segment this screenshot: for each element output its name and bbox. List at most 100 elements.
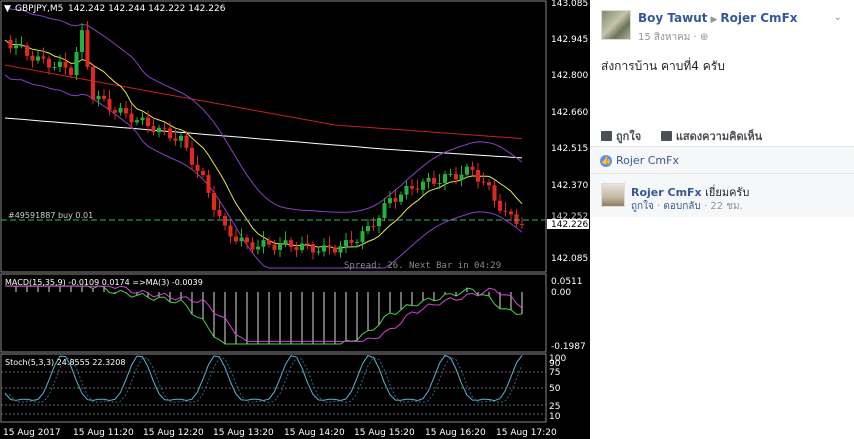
candle-body: [366, 226, 370, 232]
post-header: Boy Tawut ▶ Rojer CmFx: [638, 11, 798, 25]
candle-body: [503, 210, 508, 212]
candle-body: [256, 246, 260, 250]
comment-reply-link[interactable]: ตอบกลับ: [663, 201, 700, 212]
order-label: #49591887 buy 0.01: [8, 211, 93, 220]
post-date-text[interactable]: 15 สิงหาคม ·: [638, 32, 697, 43]
price-tick: 143.085: [551, 0, 588, 9]
candle-body: [509, 211, 513, 215]
post-text: ส่งการบ้าน คาบที่4 ครับ: [601, 59, 725, 73]
candle-body: [217, 209, 222, 216]
author-name-link[interactable]: Boy Tawut: [638, 11, 708, 25]
candle-body: [157, 127, 161, 133]
candle-body: [179, 135, 183, 141]
liker-name-link[interactable]: Rojer CmFx: [616, 154, 679, 167]
time-tick: 15 Aug 15:20: [354, 428, 415, 438]
candle-body: [96, 95, 101, 100]
candle-body: [261, 240, 266, 247]
comment-text: เยี่ยมครับ: [705, 186, 750, 199]
candle-body: [410, 186, 414, 189]
stoch-tick: 10: [549, 412, 561, 422]
candle-body: [47, 58, 51, 68]
time-tick: 15 Aug 11:20: [73, 428, 134, 438]
candle-body: [25, 45, 29, 56]
candle-body: [223, 215, 227, 226]
candle-body: [102, 95, 106, 99]
time-tick: 15 Aug 2017: [3, 428, 61, 438]
candle-body: [333, 247, 337, 253]
candle-body: [234, 236, 238, 242]
commenter-name-link[interactable]: Rojer CmFx: [631, 186, 702, 199]
candle-body: [113, 110, 117, 113]
candle-body: [69, 67, 73, 75]
comment-button[interactable]: แสดงความคิดเห็น: [676, 130, 762, 143]
candle-body: [124, 107, 128, 114]
candle-body: [14, 45, 18, 49]
macd-layer: [5, 285, 523, 345]
comment-like-link[interactable]: ถูกใจ: [631, 201, 654, 212]
candle-body: [140, 117, 145, 121]
stoch-tick: 50: [549, 384, 561, 394]
candle-body: [80, 30, 84, 52]
candle-body: [118, 107, 123, 113]
candle-body: [41, 56, 46, 59]
price-tick: 142.800: [551, 71, 588, 81]
commenter-avatar[interactable]: [601, 183, 625, 207]
candle-body: [338, 246, 343, 253]
thumbs-up-icon: [601, 131, 612, 141]
price-tick: 142.660: [551, 108, 588, 118]
candle-body: [476, 169, 480, 182]
candle-body: [195, 164, 200, 171]
spread-text: Spread: 26. Next Bar in 04:29: [344, 261, 501, 271]
candle-body: [382, 203, 387, 218]
comment-time[interactable]: 22 ชม.: [710, 201, 742, 212]
post-date[interactable]: 15 สิงหาคม · ⊕: [638, 30, 708, 45]
candle-body: [135, 120, 139, 123]
macd-axis: 0.0511 0.00 -0.1987: [551, 277, 586, 352]
candle-body: [404, 186, 409, 195]
macd-tick: 0.00: [551, 288, 571, 298]
candle-body: [250, 242, 255, 250]
author-avatar[interactable]: [601, 10, 631, 40]
time-tick: 15 Aug 16:20: [425, 428, 486, 438]
time-tick: 15 Aug 17:20: [496, 428, 557, 438]
candle-body: [322, 245, 326, 252]
facebook-post: Boy Tawut ▶ Rojer CmFx ⌄ 15 สิงหาคม · ⊕ ส่…: [590, 0, 854, 439]
candle-body: [283, 240, 288, 245]
candle-body: [349, 240, 354, 243]
candle-body: [481, 181, 486, 183]
candle-body: [421, 181, 425, 190]
macd-label: MACD(15,35,9) -0.0109 0.0174 =>MA(3) -0.…: [5, 278, 203, 287]
price-tick: 142.370: [551, 181, 588, 191]
candle-body: [278, 244, 282, 250]
triangle-right-icon: ▶: [710, 15, 718, 25]
collapse-arrow-icon[interactable]: ▼: [4, 4, 11, 14]
target-name-link[interactable]: Rojer CmFx: [720, 11, 797, 25]
candle-body: [459, 174, 464, 180]
candle-body: [58, 61, 62, 67]
time-tick: 15 Aug 12:20: [143, 428, 204, 438]
comment-meta: ถูกใจ · ตอบกลับ · 22 ชม.: [631, 201, 743, 212]
chevron-down-icon[interactable]: ⌄: [834, 12, 842, 23]
candle-body: [190, 147, 194, 165]
candle-body: [498, 200, 502, 211]
time-tick: 15 Aug 13:20: [213, 428, 274, 438]
price-tick: 142.515: [551, 144, 588, 154]
current-price-label: 142.226: [551, 220, 588, 230]
symbol-label: GBPJPY,M5: [15, 4, 63, 14]
globe-icon: ⊕: [699, 32, 709, 43]
candle-body: [63, 61, 68, 68]
candle-body: [371, 226, 376, 228]
candle-body: [432, 177, 436, 184]
candle-body: [201, 170, 205, 176]
stoch-label: Stoch(5,3,3) 24.8555 22.3208: [5, 358, 125, 367]
candle-body: [520, 223, 524, 225]
macd-tick: -0.1987: [551, 342, 586, 352]
likes-summary: 👍 Rojer CmFx: [590, 147, 854, 173]
price-tick: 142.945: [551, 35, 588, 45]
like-button[interactable]: ถูกใจ: [616, 130, 641, 143]
candle-body: [393, 198, 398, 202]
comment-bubble-icon: [660, 131, 672, 141]
candle-body: [36, 56, 40, 61]
candle-body: [245, 237, 249, 243]
candle-body: [267, 240, 271, 245]
